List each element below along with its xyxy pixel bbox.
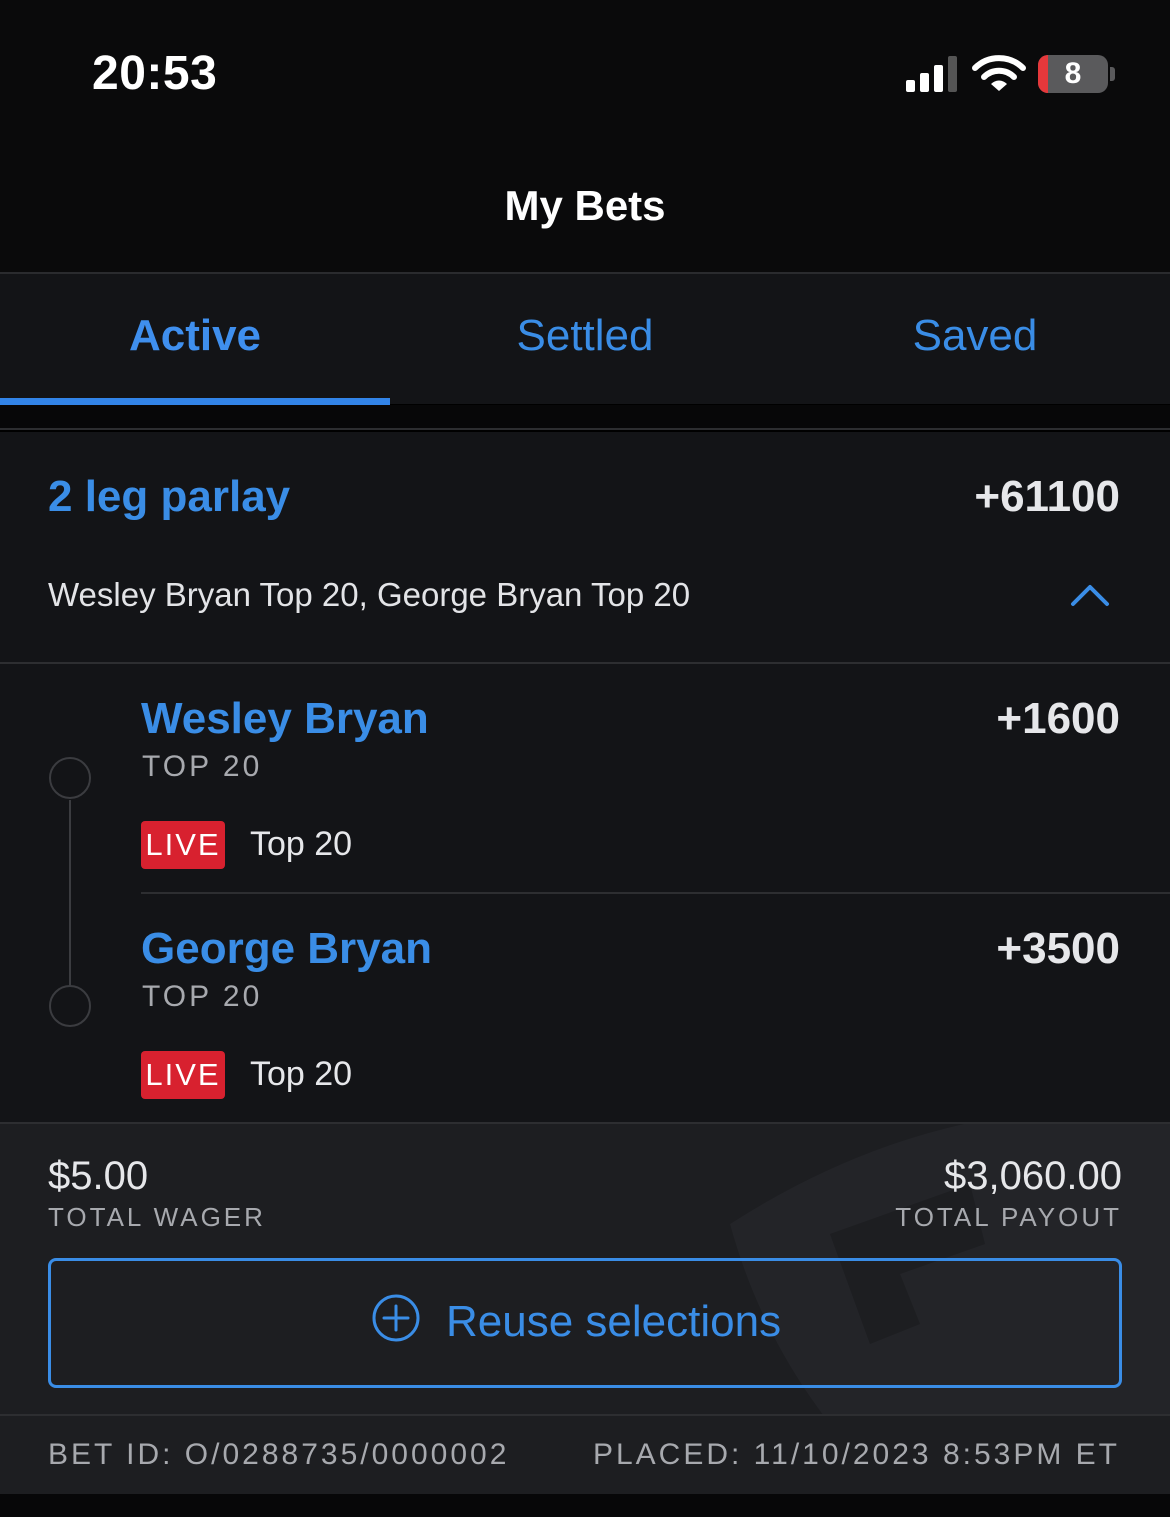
parlay-odds: +61100	[974, 472, 1120, 521]
leg-2-live-badge: LIVE	[141, 1051, 225, 1099]
reuse-selections-label: Reuse selections	[446, 1297, 782, 1346]
parlay-title[interactable]: 2 leg parlay	[48, 472, 290, 522]
leg-1-market: TOP 20	[142, 750, 263, 783]
divider	[0, 662, 1170, 664]
reuse-selections-button[interactable]: Reuse selections	[48, 1258, 1122, 1388]
page-title: My Bets	[504, 182, 666, 229]
placed-timestamp: PLACED: 11/10/2023 8:53PM ET	[592, 1438, 1120, 1471]
tab-bar: Active Settled Saved	[0, 274, 1170, 404]
leg-1-player-name[interactable]: Wesley Bryan	[141, 694, 429, 744]
tab-settled[interactable]: Settled	[390, 274, 780, 404]
total-wager-label: TOTAL WAGER	[48, 1202, 266, 1232]
active-tab-indicator	[0, 398, 390, 405]
leg-1-status: Top 20	[250, 825, 353, 863]
tab-active[interactable]: Active	[0, 274, 390, 404]
battery-tip	[1110, 67, 1115, 81]
bet-card: 2 leg parlay +61100 Wesley Bryan Top 20,…	[0, 432, 1170, 1494]
chevron-up-icon[interactable]	[1070, 580, 1110, 610]
leg-1-odds: +1600	[996, 694, 1120, 743]
parlay-summary: Wesley Bryan Top 20, George Bryan Top 20	[48, 576, 691, 613]
total-wager-amount: $5.00	[48, 1154, 149, 1198]
leg-2-player-name[interactable]: George Bryan	[141, 924, 432, 974]
leg-2-odds: +3500	[996, 924, 1120, 973]
section-gap	[0, 405, 1170, 430]
total-payout-label: TOTAL PAYOUT	[895, 1202, 1122, 1232]
leg-2-status: Top 20	[250, 1055, 353, 1093]
wifi-icon	[972, 55, 1026, 91]
plus-circle-icon	[372, 1294, 420, 1342]
nav-bar: My Bets	[0, 140, 1170, 274]
leg-timeline	[69, 800, 71, 986]
cellular-signal-icon	[906, 56, 958, 92]
bet-footer: $5.00 TOTAL WAGER $3,060.00 TOTAL PAYOUT…	[0, 1122, 1170, 1494]
leg-2-marker	[49, 985, 91, 1027]
status-time: 20:53	[92, 47, 218, 100]
status-bar: 20:53 8	[0, 0, 1170, 140]
bet-id: BET ID: O/0288735/0000002	[48, 1438, 510, 1471]
leg-2-market: TOP 20	[142, 980, 263, 1013]
battery-level: 8	[1064, 57, 1082, 90]
leg-divider	[141, 892, 1170, 894]
tab-saved[interactable]: Saved	[780, 274, 1170, 404]
battery-icon: 8	[1038, 55, 1108, 93]
bottom-strip	[0, 1494, 1170, 1517]
total-payout-amount: $3,060.00	[944, 1154, 1122, 1198]
leg-1-marker	[49, 757, 91, 799]
bet-meta: BET ID: O/0288735/0000002 PLACED: 11/10/…	[0, 1414, 1170, 1494]
leg-1-live-badge: LIVE	[141, 821, 225, 869]
